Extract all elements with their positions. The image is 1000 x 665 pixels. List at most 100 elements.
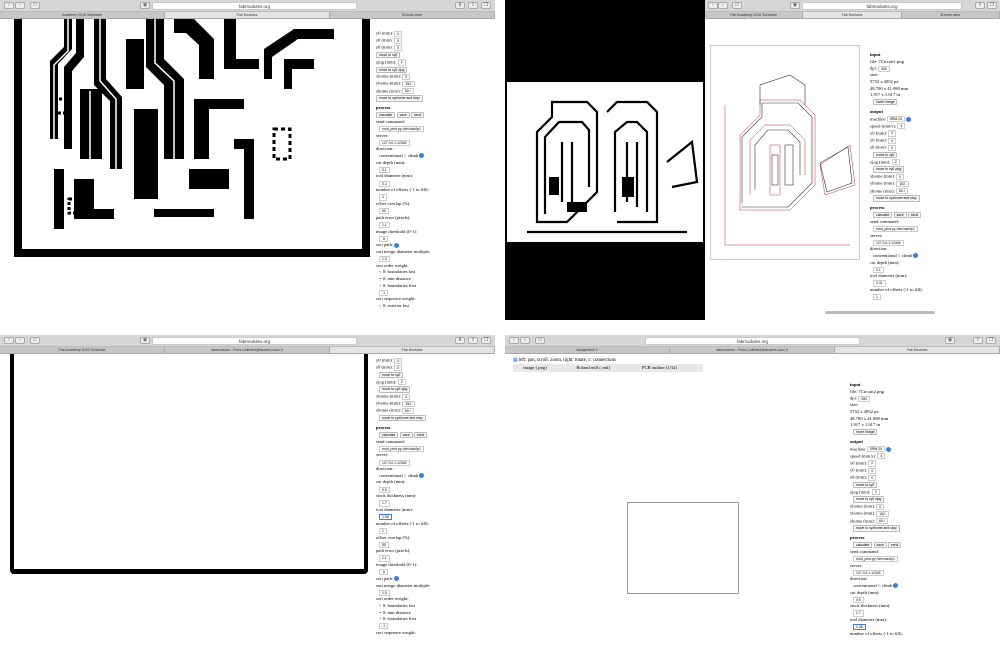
merge-input[interactable]: 1.5	[379, 589, 390, 596]
path-error-input[interactable]: 1.1	[379, 555, 390, 562]
outline-preview[interactable]	[10, 354, 368, 574]
threshold-input[interactable]: .5	[379, 569, 388, 576]
tab[interactable]: fil.tools view	[902, 12, 1000, 18]
format-pcb[interactable]: PCB outline (1/32)	[629, 364, 689, 371]
tab-active[interactable]: Fab Modules	[803, 12, 902, 18]
address-bar[interactable]: fabmodules.org	[152, 337, 357, 345]
move-zjog-button[interactable]: move to xy0 zjog	[379, 386, 411, 393]
chevron-down-icon[interactable]	[906, 116, 912, 122]
move-zjog-button[interactable]: move to xy0 zjog	[853, 496, 885, 503]
path-error-input[interactable]: 1.1	[379, 221, 390, 229]
order-input[interactable]: -1	[379, 623, 389, 630]
cut-depth-input[interactable]: 0.6	[853, 596, 864, 603]
calculate-button[interactable]: calculate	[376, 112, 396, 119]
command-input[interactable]: mod_print.py /dev/usb/lp1	[853, 555, 898, 563]
send-button[interactable]: send	[907, 212, 922, 219]
xhome-input[interactable]: 0	[402, 393, 411, 400]
tab[interactable]: fabmodules - Fees.Unilisted@student.ucsc…	[165, 347, 330, 353]
tabs-icon[interactable]: ❐	[987, 2, 997, 9]
move-xy0-button[interactable]: move to xy0	[376, 52, 401, 59]
command-input[interactable]: mod_print.py /dev/usb/lp1	[873, 225, 918, 233]
checkbox-checked-icon[interactable]	[394, 576, 400, 582]
forward-button[interactable]: ›	[15, 337, 25, 344]
command-input[interactable]: mod_print.py /dev/usb/lp1	[379, 125, 424, 133]
zjog-input[interactable]: 2	[891, 159, 900, 166]
xhome-input[interactable]: 0	[896, 173, 905, 180]
z0-input[interactable]: 0	[868, 474, 877, 482]
tabs-icon[interactable]: ❐	[481, 2, 491, 9]
cut-depth-input[interactable]: 0.1	[379, 166, 390, 173]
save-button[interactable]: save	[873, 542, 887, 549]
move-xy0-button[interactable]: move to xy0	[853, 482, 878, 489]
tabs-icon[interactable]: ❐	[986, 337, 996, 344]
back-button[interactable]: ‹	[4, 2, 14, 9]
tab[interactable]: Academy 2016 Schedule	[0, 12, 165, 18]
radio-selected-icon[interactable]	[419, 153, 425, 159]
back-button[interactable]: ‹	[708, 2, 718, 9]
merge-input[interactable]: 1.5	[379, 256, 390, 263]
y0-input[interactable]: 0	[888, 137, 897, 144]
zjog-input[interactable]: 2	[397, 379, 406, 386]
offsets-input[interactable]: 1	[379, 527, 387, 535]
privacy-icon[interactable]: ◉	[790, 2, 800, 9]
tab[interactable]: Assignment 2	[505, 347, 670, 353]
tab[interactable]: fabmodules - Fees.Unilisted@student.ucsc…	[670, 347, 835, 353]
calculate-button[interactable]: calculate	[873, 212, 893, 219]
address-bar[interactable]: fabmodules.org	[802, 2, 962, 10]
toolpath-preview[interactable]	[14, 19, 370, 257]
calculate-button[interactable]: calculate	[853, 542, 873, 549]
privacy-icon[interactable]: ◉	[140, 2, 150, 9]
sidebar-icon[interactable]: ▭	[30, 2, 40, 9]
machine-select[interactable]: SRM-20	[866, 446, 886, 453]
tool-input[interactable]: 0.31	[873, 280, 886, 287]
back-button[interactable]: ‹	[4, 337, 14, 344]
calculate-button[interactable]: calculate	[379, 431, 399, 439]
tool-input[interactable]: 0.4	[379, 180, 390, 187]
radio-selected-icon[interactable]	[913, 253, 919, 259]
sidebar-icon[interactable]: ▭	[30, 337, 40, 344]
move-home-button[interactable]: move to xyzhome and stop	[379, 415, 426, 422]
send-button[interactable]: send	[410, 112, 425, 119]
speed-input[interactable]: 4	[877, 453, 886, 460]
tab-active[interactable]: Fab Modules	[165, 12, 330, 18]
address-bar[interactable]: fabmodules.org	[152, 2, 357, 10]
yhome-input[interactable]: 152.	[876, 510, 889, 518]
order-input[interactable]: -1	[379, 289, 389, 296]
forward-button[interactable]: ›	[520, 337, 530, 344]
move-home-button[interactable]: move to xyzhome and stop	[853, 525, 900, 532]
toolpath-view[interactable]	[710, 45, 860, 260]
tool-input[interactable]: 1.08	[379, 514, 392, 521]
xhome-input[interactable]: 0	[876, 503, 885, 510]
overlap-input[interactable]: 50	[379, 208, 389, 215]
tab[interactable]: fil.tools view	[330, 12, 495, 18]
radio-selected-icon[interactable]	[419, 473, 425, 479]
yhome-input[interactable]: 152.	[402, 80, 415, 88]
server-input[interactable]: 127.0.0.1:12345	[873, 239, 904, 246]
tool-input[interactable]: 1.08	[853, 624, 866, 631]
share-icon[interactable]: ⇧	[975, 2, 985, 9]
stock-input[interactable]: 1.7	[853, 610, 864, 617]
machine-select[interactable]: SRM-20	[886, 116, 906, 123]
zhome-input[interactable]: 60.!	[876, 518, 888, 525]
y0-input[interactable]: 0	[394, 30, 403, 37]
z0-input[interactable]: 0	[394, 364, 403, 371]
cut-depth-input[interactable]: 0.6	[379, 486, 390, 493]
send-button[interactable]: send	[887, 542, 902, 549]
offsets-input[interactable]: 4	[379, 194, 387, 201]
dpi-input[interactable]: 500	[858, 395, 870, 402]
sidebar-icon[interactable]: ▭	[732, 2, 742, 9]
server-input[interactable]: 127.0.0.1:12345	[379, 139, 410, 146]
xhome-input[interactable]: 0	[402, 73, 411, 80]
sidebar-icon[interactable]: ▭	[535, 337, 545, 344]
download-icon[interactable]: ⬇	[455, 337, 465, 344]
threshold-input[interactable]: .5	[379, 235, 388, 242]
x0-input[interactable]: 0	[868, 460, 877, 467]
save-button[interactable]: save	[396, 112, 410, 119]
save-button[interactable]: save	[893, 212, 907, 219]
offsets-input[interactable]: 1	[873, 294, 881, 301]
forward-button[interactable]: ›	[15, 2, 25, 9]
tab[interactable]: Fab Academy 2016 Schedule	[705, 12, 804, 18]
zjog-input[interactable]: 2	[397, 59, 406, 66]
save-button[interactable]: save	[399, 431, 413, 439]
zhome-input[interactable]: 60.!	[402, 88, 414, 95]
